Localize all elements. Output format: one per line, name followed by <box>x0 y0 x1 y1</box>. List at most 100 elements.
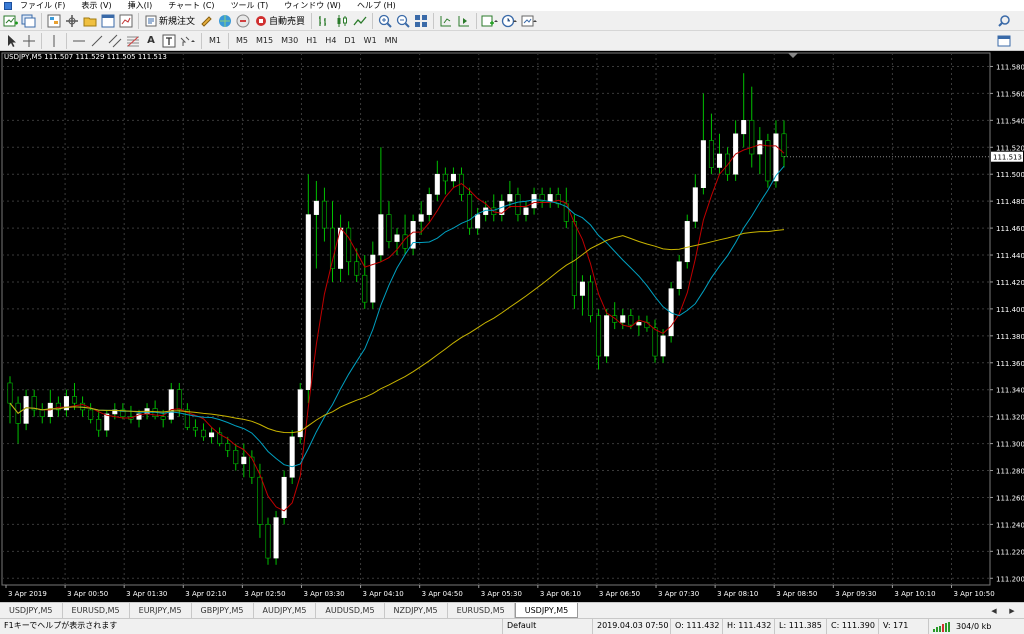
timeframe-mn[interactable]: MN <box>381 33 402 49</box>
chart-shift-icon[interactable] <box>438 13 454 29</box>
timeframe-m30[interactable]: M30 <box>277 33 302 49</box>
candle-body <box>579 281 585 296</box>
bar-chart-icon[interactable] <box>316 13 332 29</box>
candle-body <box>749 120 755 155</box>
status-close: C: 111.390 <box>826 619 878 634</box>
menu-chart[interactable]: チャート (C) <box>160 0 222 11</box>
price-chart[interactable]: 111.580 111.560 111.540 111.520 111.500 111.4… <box>0 51 1024 602</box>
chart-header: USDJPY,M5 111.507 111.529 111.505 111.51… <box>4 53 167 61</box>
tab-scroll-left-icon[interactable]: ◀ <box>986 603 1002 619</box>
candle-body <box>305 214 311 391</box>
templates-icon[interactable] <box>521 13 539 29</box>
line-studies-toolbar: A M1 M5 M15 M30 H1 H4 D1 W1 MN <box>0 31 1024 51</box>
candle-body <box>176 389 182 411</box>
y-tick-label: 111.520 <box>996 144 1024 152</box>
x-tick-label: 3 Apr 04:50 <box>422 590 463 598</box>
chart-window-icon[interactable] <box>996 33 1012 49</box>
arrows-icon[interactable] <box>179 33 197 49</box>
strategy-tester-icon[interactable] <box>118 13 134 29</box>
timeframe-d1[interactable]: D1 <box>340 33 359 49</box>
chart-canvas[interactable]: 111.580 111.560 111.540 111.520 111.500 111.4… <box>0 51 1024 602</box>
x-tick-label: 3 Apr 08:50 <box>776 590 817 598</box>
periods-icon[interactable] <box>501 13 519 29</box>
timeframe-h1[interactable]: H1 <box>302 33 321 49</box>
candle-body <box>765 140 771 182</box>
menu-insert[interactable]: 挿入(I) <box>120 0 161 11</box>
timeframe-h4[interactable]: H4 <box>321 33 340 49</box>
mql5-community-icon[interactable] <box>217 13 233 29</box>
y-tick-label: 111.580 <box>996 63 1024 71</box>
tab-chart[interactable]: EURUSD,M5 <box>63 603 130 618</box>
metaeditor-icon[interactable] <box>199 13 215 29</box>
crosshair-icon[interactable] <box>21 33 37 49</box>
tab-chart[interactable]: AUDJPY,M5 <box>254 603 317 618</box>
trendline-icon[interactable] <box>89 33 105 49</box>
line-chart-icon[interactable] <box>352 13 368 29</box>
menu-file[interactable]: ファイル (F) <box>12 0 73 11</box>
candle-body <box>200 429 207 438</box>
vertical-line-icon[interactable] <box>46 33 62 49</box>
tab-chart[interactable]: EURJPY,M5 <box>130 603 192 618</box>
tab-chart[interactable]: USDJPY,M5 <box>0 603 63 618</box>
signals-icon[interactable] <box>235 13 251 29</box>
timeframe-m1[interactable]: M1 <box>205 33 225 49</box>
tab-chart[interactable]: GBPJPY,M5 <box>192 603 254 618</box>
timeframe-m5[interactable]: M5 <box>232 33 252 49</box>
candle-body <box>289 436 295 478</box>
indicators-icon[interactable] <box>481 13 499 29</box>
zoom-out-icon[interactable] <box>395 13 411 29</box>
candle-body <box>241 456 247 465</box>
toolbar-separator <box>201 32 202 49</box>
data-window-icon[interactable] <box>64 13 80 29</box>
y-tick-label: 111.320 <box>996 414 1024 422</box>
candlesticks-icon[interactable] <box>334 13 350 29</box>
y-tick-label: 111.400 <box>996 306 1024 314</box>
tab-scroll-right-icon[interactable]: ▶ <box>1004 603 1020 619</box>
menu-window[interactable]: ウィンドウ (W) <box>276 0 349 11</box>
terminal-icon[interactable] <box>100 13 116 29</box>
candle-body <box>700 140 706 188</box>
auto-scroll-icon[interactable] <box>456 13 472 29</box>
equidistant-channel-icon[interactable] <box>107 33 123 49</box>
tab-chart[interactable]: EURUSD,M5 <box>448 603 515 618</box>
toolbar-separator <box>311 12 313 29</box>
auto-trading-icon <box>256 15 267 26</box>
navigator-icon[interactable] <box>82 13 98 29</box>
y-tick-label: 111.340 <box>996 387 1024 395</box>
zoom-in-icon[interactable] <box>377 13 393 29</box>
candle-body <box>249 456 255 478</box>
menu-help[interactable]: ヘルプ (H) <box>349 0 404 11</box>
candle-body <box>450 173 456 182</box>
timeframe-w1[interactable]: W1 <box>360 33 381 49</box>
menu-view[interactable]: 表示 (V) <box>73 0 119 11</box>
toolbar-separator <box>138 12 139 29</box>
cursor-icon[interactable] <box>3 33 19 49</box>
x-tick-label: 3 Apr 02:50 <box>244 590 285 598</box>
candle-body <box>684 221 690 263</box>
tab-chart[interactable]: NZDJPY,M5 <box>385 603 448 618</box>
status-volume: V: 171 <box>878 619 928 634</box>
x-tick-label: 3 Apr 10:10 <box>894 590 935 598</box>
text-icon[interactable]: A <box>143 33 159 49</box>
fibonacci-icon[interactable] <box>125 33 141 49</box>
candle-body <box>475 214 481 229</box>
x-tick-label: 3 Apr 00:50 <box>67 590 108 598</box>
new-chart-icon[interactable] <box>3 13 19 29</box>
timeframe-m15[interactable]: M15 <box>252 33 277 49</box>
text-label-icon[interactable] <box>161 33 177 49</box>
y-tick-label: 111.360 <box>996 360 1024 368</box>
tab-chart-active[interactable]: USDJPY,M5 <box>514 603 579 618</box>
candle-body <box>281 476 287 518</box>
candle-body <box>571 221 577 296</box>
candle-body <box>168 389 174 420</box>
market-watch-icon[interactable] <box>46 13 62 29</box>
tile-windows-icon[interactable] <box>413 13 429 29</box>
profiles-icon[interactable] <box>21 13 37 29</box>
new-order-button[interactable]: 新規注文 <box>142 13 198 29</box>
menu-tools[interactable]: ツール (T) <box>223 0 277 11</box>
search-icon[interactable] <box>996 13 1012 29</box>
horizontal-line-icon[interactable] <box>71 33 87 49</box>
tab-chart[interactable]: AUDUSD,M5 <box>316 603 385 618</box>
y-tick-label: 111.280 <box>996 468 1024 476</box>
auto-trading-button[interactable]: 自動売買 <box>252 13 308 29</box>
